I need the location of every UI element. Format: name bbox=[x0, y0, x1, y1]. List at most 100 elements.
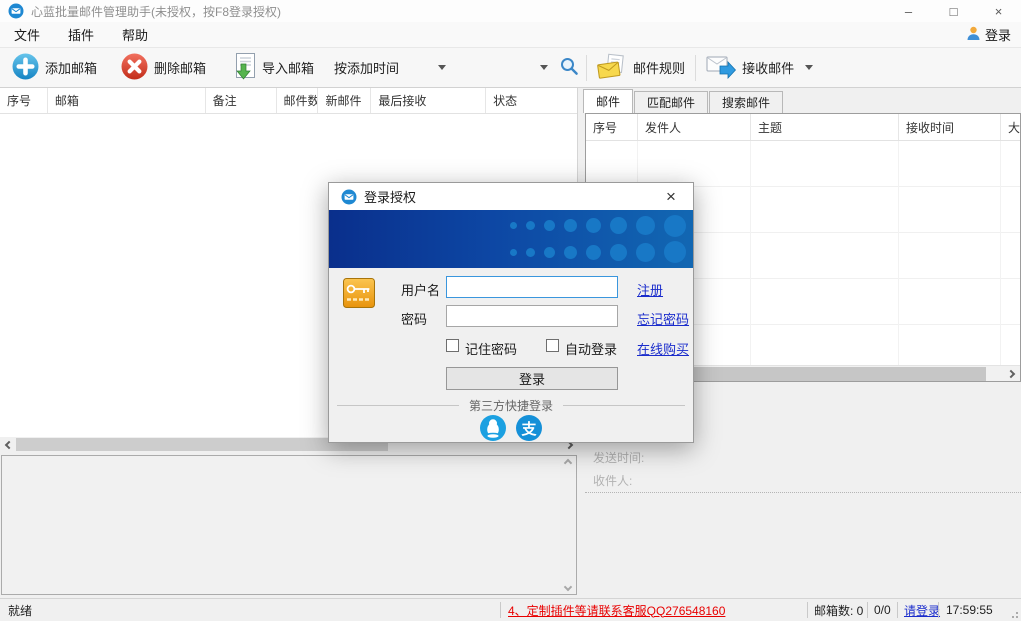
status-bar: 就绪 4、定制插件等请联系客服QQ276548160 邮箱数: 0 0/0 请登… bbox=[0, 598, 1021, 621]
menu-plugins[interactable]: 插件 bbox=[54, 22, 108, 47]
recipient-label: 收件人: bbox=[593, 472, 632, 489]
delete-icon bbox=[121, 53, 148, 83]
username-label: 用户名 bbox=[401, 280, 440, 299]
import-icon bbox=[232, 52, 256, 83]
log-panel-vscrollbar[interactable] bbox=[560, 457, 575, 593]
title-bar: 心蓝批量邮件管理助手(未授权，按F8登录授权) – □ × bbox=[0, 0, 1021, 22]
resize-grip[interactable] bbox=[1010, 610, 1018, 618]
login-button[interactable]: 登录 bbox=[446, 367, 618, 390]
chevron-down-icon bbox=[805, 65, 813, 70]
dialog-banner bbox=[329, 210, 693, 268]
auto-login-checkbox[interactable] bbox=[546, 339, 559, 352]
column-header-mail-count[interactable]: 邮件数 bbox=[277, 88, 319, 113]
scroll-right-arrow[interactable] bbox=[1005, 366, 1020, 381]
username-field[interactable] bbox=[446, 276, 618, 298]
maximize-button[interactable]: □ bbox=[931, 0, 976, 22]
column-header-index[interactable]: 序号 bbox=[0, 88, 48, 113]
status-login-link[interactable]: 请登录 bbox=[904, 599, 940, 621]
status-ready: 就绪 bbox=[8, 599, 32, 621]
menu-bar: 文件 插件 帮助 登录 bbox=[0, 22, 1021, 48]
search-icon bbox=[559, 56, 579, 79]
search-combobox[interactable] bbox=[456, 56, 554, 80]
add-icon bbox=[12, 53, 39, 83]
auto-login-label: 自动登录 bbox=[565, 339, 617, 358]
receive-mail-icon bbox=[706, 53, 736, 82]
menu-file[interactable]: 文件 bbox=[0, 22, 54, 47]
toolbar: 添加邮箱 删除邮箱 导入邮箱 按添加时间 邮件规则 接收邮件 bbox=[0, 48, 1021, 88]
search-button[interactable] bbox=[556, 53, 582, 82]
toolbar-separator bbox=[695, 55, 696, 81]
column-header-receive-time[interactable]: 接收时间 bbox=[899, 114, 1001, 140]
window-title: 心蓝批量邮件管理助手(未授权，按F8登录授权) bbox=[31, 3, 281, 20]
login-dialog: 登录授权 × 用户名 注册 密码 忘记密码 记住密码 自动登录 在线购买 登录 … bbox=[328, 182, 694, 443]
key-icon bbox=[343, 278, 375, 313]
column-header-mailbox[interactable]: 邮箱 bbox=[48, 88, 206, 113]
minimize-button[interactable]: – bbox=[886, 0, 931, 22]
forgot-password-link[interactable]: 忘记密码 bbox=[637, 309, 689, 328]
import-mailbox-button[interactable]: 导入邮箱 bbox=[226, 49, 320, 86]
column-header-new-mail[interactable]: 新邮件 bbox=[318, 88, 371, 113]
add-mailbox-label: 添加邮箱 bbox=[45, 58, 97, 77]
scroll-left-arrow[interactable] bbox=[0, 437, 15, 452]
tab-search-mail[interactable]: 搜索邮件 bbox=[709, 91, 783, 113]
column-header-last-receive[interactable]: 最后接收 bbox=[371, 88, 486, 113]
delete-mailbox-label: 删除邮箱 bbox=[154, 58, 206, 77]
scroll-down-arrow[interactable] bbox=[563, 583, 571, 591]
detail-divider bbox=[585, 492, 1021, 493]
alipay-login-icon[interactable]: 支 bbox=[516, 415, 542, 441]
mail-rules-label: 邮件规则 bbox=[633, 58, 685, 77]
toolbar-separator bbox=[586, 55, 587, 81]
support-notice-link[interactable]: 4、定制插件等请联系客服QQ276548160 bbox=[508, 599, 725, 621]
remember-password-label: 记住密码 bbox=[465, 339, 517, 358]
user-icon bbox=[966, 26, 981, 44]
send-time-label: 发送时间: bbox=[593, 449, 644, 466]
add-mailbox-button[interactable]: 添加邮箱 bbox=[6, 50, 103, 86]
register-link[interactable]: 注册 bbox=[637, 280, 663, 299]
app-logo-icon bbox=[8, 3, 24, 19]
log-panel[interactable] bbox=[1, 455, 577, 595]
qq-login-icon[interactable] bbox=[480, 415, 506, 441]
tab-mail[interactable]: 邮件 bbox=[583, 89, 633, 113]
mailbox-table-header: 序号 邮箱 备注 邮件数 新邮件 最后接收 状态 bbox=[0, 88, 577, 114]
mail-tabs: 邮件 匹配邮件 搜索邮件 bbox=[583, 90, 784, 113]
mail-rules-button[interactable]: 邮件规则 bbox=[591, 50, 691, 86]
import-mailbox-label: 导入邮箱 bbox=[262, 58, 314, 77]
column-header-size[interactable]: 大 bbox=[1001, 114, 1021, 140]
password-label: 密码 bbox=[401, 309, 427, 328]
receive-mail-button[interactable]: 接收邮件 bbox=[700, 50, 819, 85]
mail-ratio: 0/0 bbox=[874, 599, 891, 621]
banner-dots bbox=[329, 215, 693, 237]
scroll-up-arrow[interactable] bbox=[563, 459, 571, 467]
chevron-down-icon bbox=[438, 65, 446, 70]
column-header-sender[interactable]: 发件人 bbox=[638, 114, 751, 140]
banner-dots bbox=[329, 241, 693, 263]
menu-help[interactable]: 帮助 bbox=[108, 22, 162, 47]
dialog-close-button[interactable]: × bbox=[657, 183, 685, 210]
column-header-status[interactable]: 状态 bbox=[486, 88, 577, 113]
third-party-label: 第三方快捷登录 bbox=[459, 397, 563, 414]
mail-rules-icon bbox=[597, 53, 627, 83]
login-menu-label: 登录 bbox=[985, 25, 1011, 44]
close-button[interactable]: × bbox=[976, 0, 1021, 22]
mail-table-header: 序号 发件人 主题 接收时间 大 bbox=[586, 114, 1021, 141]
status-clock: 17:59:55 bbox=[946, 599, 993, 621]
delete-mailbox-button[interactable]: 删除邮箱 bbox=[115, 50, 212, 86]
password-field[interactable] bbox=[446, 305, 618, 327]
sort-order-value: 按添加时间 bbox=[334, 58, 399, 77]
app-logo-icon bbox=[341, 189, 357, 205]
chevron-down-icon bbox=[540, 65, 548, 70]
tab-matched-mail[interactable]: 匹配邮件 bbox=[634, 91, 708, 113]
receive-mail-label: 接收邮件 bbox=[742, 58, 794, 77]
sort-order-combobox[interactable]: 按添加时间 bbox=[328, 56, 452, 80]
mailbox-count: 邮箱数: 0 bbox=[814, 599, 863, 621]
login-menu-button[interactable]: 登录 bbox=[966, 22, 1011, 47]
column-header-subject[interactable]: 主题 bbox=[751, 114, 899, 140]
column-header-note[interactable]: 备注 bbox=[206, 88, 277, 113]
buy-online-link[interactable]: 在线购买 bbox=[637, 339, 689, 358]
login-dialog-titlebar: 登录授权 × bbox=[329, 183, 693, 210]
app-window: 心蓝批量邮件管理助手(未授权，按F8登录授权) – □ × 文件 插件 帮助 登… bbox=[0, 0, 1021, 621]
column-header-index[interactable]: 序号 bbox=[586, 114, 638, 140]
remember-password-checkbox[interactable] bbox=[446, 339, 459, 352]
login-dialog-title: 登录授权 bbox=[364, 187, 416, 206]
third-party-section: 第三方快捷登录 bbox=[329, 397, 693, 413]
